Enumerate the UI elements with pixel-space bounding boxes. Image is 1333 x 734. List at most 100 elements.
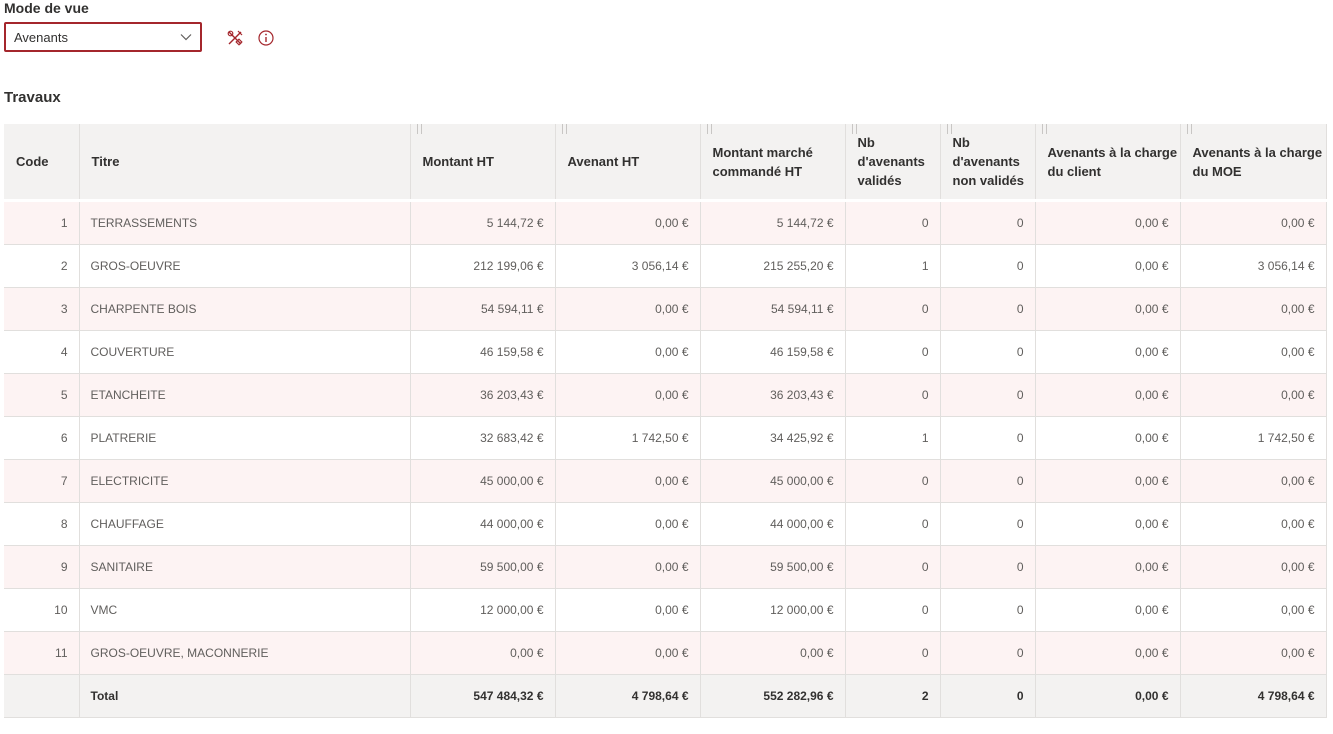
cell-montant-ht: 36 203,43 € (410, 373, 556, 417)
cell-titre: COUVERTURE (79, 330, 411, 374)
cell-titre: TERRASSEMENTS (79, 199, 411, 245)
cell-code: 4 (4, 330, 80, 374)
cell-titre: ETANCHEITE (79, 373, 411, 417)
cell-code: 7 (4, 459, 80, 503)
cell-nb-valides: 0 (845, 545, 941, 589)
table-header-row: Code Titre Montant HT Avenant HT Montant… (4, 124, 1327, 201)
cell-nb-valides: 0 (845, 330, 941, 374)
cell-montant-marche: 0,00 € (700, 631, 846, 675)
cell-nb-non-valides: 0 (940, 244, 1036, 288)
cell-montant-marche: 34 425,92 € (700, 416, 846, 460)
cell-montant-marche: 36 203,43 € (700, 373, 846, 417)
cell-montant-ht: 32 683,42 € (410, 416, 556, 460)
cell-avenant-ht: 0,00 € (555, 199, 701, 245)
table-row[interactable]: 2 GROS-OEUVRE 212 199,06 €3 056,14 €215 25… (4, 244, 1327, 288)
column-header-montant-ht[interactable]: Montant HT (410, 124, 556, 201)
cell-nb-non-valides: 0 (940, 287, 1036, 331)
resize-handle[interactable] (1186, 124, 1192, 134)
cell-charge-client: 0,00 € (1035, 588, 1181, 632)
resize-handle[interactable] (946, 124, 952, 134)
cell-nb-non-valides: 0 (940, 631, 1036, 675)
column-header-nb-non-valides[interactable]: Nb d'avenants non validés (940, 124, 1036, 201)
cell-montant-ht: 45 000,00 € (410, 459, 556, 503)
cell-avenant-ht: 0,00 € (555, 545, 701, 589)
total-cell-titre: Total (79, 674, 411, 718)
chevron-down-icon (180, 34, 192, 41)
column-header-avenant-ht[interactable]: Avenant HT (555, 124, 701, 201)
total-cell-nb-non-valides: 0 (940, 674, 1036, 718)
cell-charge-moe: 0,00 € (1180, 330, 1327, 374)
cell-titre: ELECTRICITE (79, 459, 411, 503)
total-cell-charge-moe: 4 798,64 € (1180, 674, 1327, 718)
resize-handle[interactable] (1041, 124, 1047, 134)
cell-avenant-ht: 0,00 € (555, 459, 701, 503)
view-mode-selected-value: Avenants (14, 29, 68, 45)
total-cell-charge-client: 0,00 € (1035, 674, 1181, 718)
cell-montant-marche: 59 500,00 € (700, 545, 846, 589)
total-cell-montant-ht: 547 484,32 € (410, 674, 556, 718)
cell-avenant-ht: 3 056,14 € (555, 244, 701, 288)
cell-titre: PLATRERIE (79, 416, 411, 460)
cell-code: 8 (4, 502, 80, 546)
column-header-charge-client[interactable]: Avenants à la charge du client (1035, 124, 1181, 201)
cell-avenant-ht: 0,00 € (555, 373, 701, 417)
column-header-titre[interactable]: Titre (79, 124, 411, 201)
cell-montant-marche: 44 000,00 € (700, 502, 846, 546)
column-header-montant-marche[interactable]: Montant marché commandé HT (700, 124, 846, 201)
cell-montant-marche: 54 594,11 € (700, 287, 846, 331)
total-cell-montant-marche: 552 282,96 € (700, 674, 846, 718)
cell-nb-non-valides: 0 (940, 373, 1036, 417)
cell-charge-moe: 0,00 € (1180, 545, 1327, 589)
cell-avenant-ht: 1 742,50 € (555, 416, 701, 460)
column-header-charge-moe[interactable]: Avenants à la charge du MOE (1180, 124, 1327, 201)
table-row[interactable]: 1 TERRASSEMENTS 5 144,72 €0,00 €5 144,72 €… (4, 199, 1327, 245)
cell-charge-moe: 0,00 € (1180, 287, 1327, 331)
section-title: Travaux (4, 89, 61, 106)
cell-charge-client: 0,00 € (1035, 502, 1181, 546)
table-row[interactable]: 11 GROS-OEUVRE, MACONNERIE 0,00 €0,00 €0,0… (4, 631, 1327, 675)
cell-charge-moe: 0,00 € (1180, 199, 1327, 245)
resize-handle[interactable] (706, 124, 712, 134)
cell-charge-moe: 0,00 € (1180, 588, 1327, 632)
cell-nb-non-valides: 0 (940, 199, 1036, 245)
cell-charge-client: 0,00 € (1035, 416, 1181, 460)
view-mode-dropdown[interactable]: Avenants (4, 22, 202, 52)
resize-handle[interactable] (851, 124, 857, 134)
resize-handle[interactable] (561, 124, 567, 134)
cell-code: 11 (4, 631, 80, 675)
table-row[interactable]: 3 CHARPENTE BOIS 54 594,11 €0,00 €54 594,1… (4, 287, 1327, 331)
column-header-nb-valides[interactable]: Nb d'avenants validés (845, 124, 941, 201)
resize-handle[interactable] (416, 124, 422, 134)
works-table: Code Titre Montant HT Avenant HT Montant… (4, 124, 1327, 718)
cell-titre: GROS-OEUVRE, MACONNERIE (79, 631, 411, 675)
cell-code: 1 (4, 199, 80, 245)
cell-charge-moe: 1 742,50 € (1180, 416, 1327, 460)
cell-montant-ht: 46 159,58 € (410, 330, 556, 374)
table-row[interactable]: 9 SANITAIRE 59 500,00 €0,00 €59 500,00 €0 0… (4, 545, 1327, 589)
tools-icon[interactable] (226, 29, 244, 47)
cell-charge-client: 0,00 € (1035, 199, 1181, 245)
cell-nb-valides: 0 (845, 459, 941, 503)
cell-titre: VMC (79, 588, 411, 632)
cell-nb-valides: 0 (845, 588, 941, 632)
total-cell-avenant-ht: 4 798,64 € (555, 674, 701, 718)
table-row[interactable]: 8 CHAUFFAGE 44 000,00 €0,00 €44 000,00 €0 0… (4, 502, 1327, 546)
table-row[interactable]: 6 PLATRERIE 32 683,42 €1 742,50 €34 425,92… (4, 416, 1327, 460)
table-row[interactable]: 7 ELECTRICITE 45 000,00 €0,00 €45 000,00 €… (4, 459, 1327, 503)
cell-code: 2 (4, 244, 80, 288)
cell-avenant-ht: 0,00 € (555, 502, 701, 546)
view-mode-label: Mode de vue (4, 0, 89, 16)
cell-code: 5 (4, 373, 80, 417)
cell-charge-moe: 3 056,14 € (1180, 244, 1327, 288)
cell-avenant-ht: 0,00 € (555, 287, 701, 331)
cell-montant-marche: 12 000,00 € (700, 588, 846, 632)
cell-nb-valides: 0 (845, 287, 941, 331)
cell-charge-client: 0,00 € (1035, 373, 1181, 417)
column-header-code[interactable]: Code (4, 124, 80, 201)
info-icon[interactable] (257, 29, 275, 47)
table-row[interactable]: 5 ETANCHEITE 36 203,43 €0,00 €36 203,43 €0… (4, 373, 1327, 417)
table-row[interactable]: 4 COUVERTURE 46 159,58 €0,00 €46 159,58 €0… (4, 330, 1327, 374)
table-row[interactable]: 10 VMC 12 000,00 €0,00 €12 000,00 €0 0 0,00 … (4, 588, 1327, 632)
cell-avenant-ht: 0,00 € (555, 631, 701, 675)
cell-charge-client: 0,00 € (1035, 244, 1181, 288)
